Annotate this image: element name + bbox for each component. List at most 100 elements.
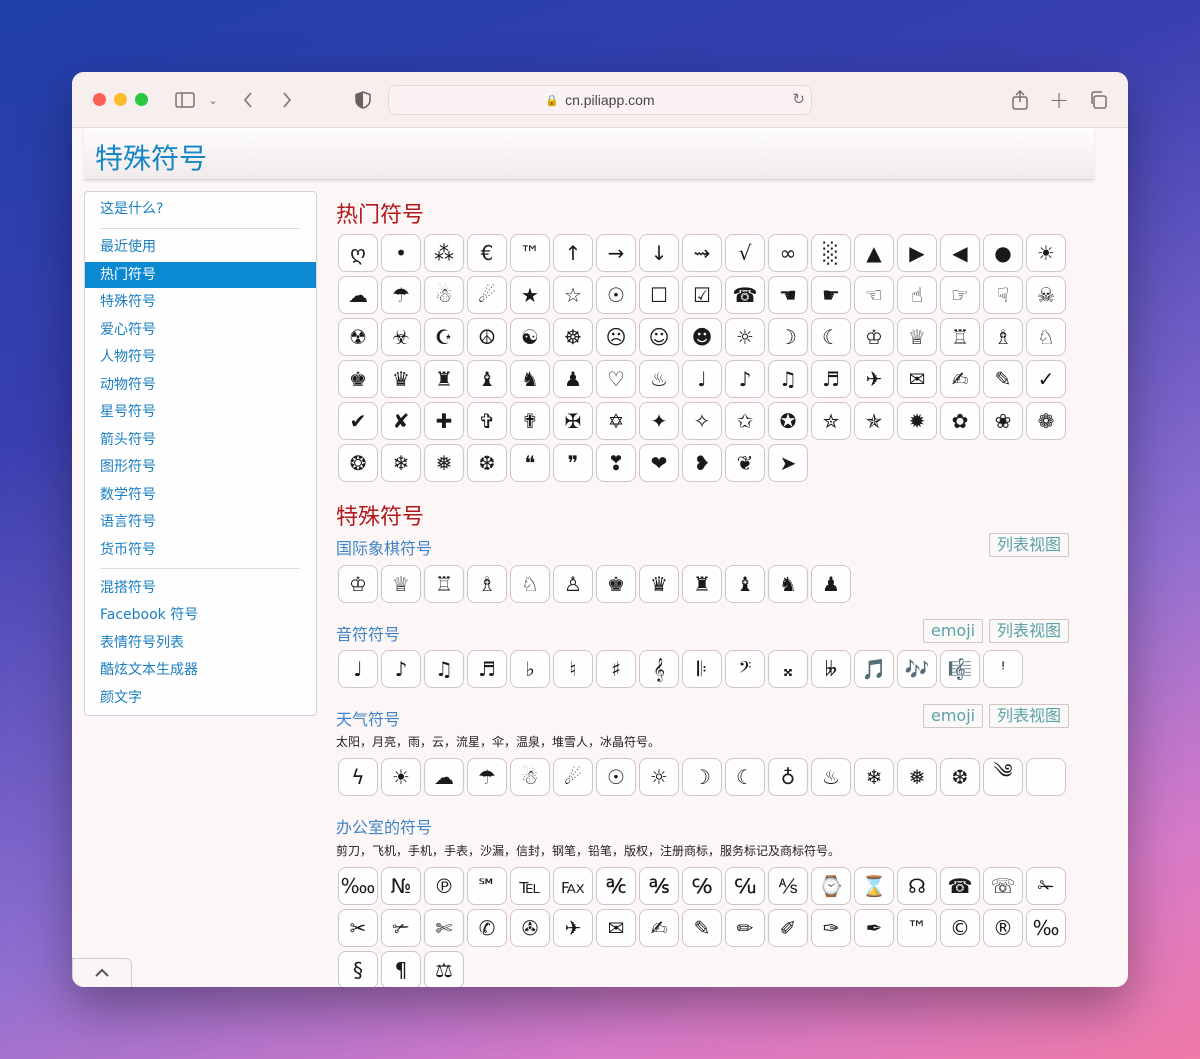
symbol-button[interactable]: ∞	[768, 234, 808, 272]
new-tab-icon[interactable]: +	[1048, 86, 1070, 114]
symbol-button[interactable]: ♞	[768, 565, 808, 603]
symbol-button[interactable]: ༄	[983, 758, 1023, 796]
minimize-window-button[interactable]	[114, 93, 127, 106]
symbol-button[interactable]: ✮	[811, 402, 851, 440]
symbol-button[interactable]: ‱	[338, 867, 378, 905]
symbol-button[interactable]: ♫	[768, 360, 808, 398]
symbol-button[interactable]: ☑	[682, 276, 722, 314]
symbol-button[interactable]: ✘	[381, 402, 421, 440]
symbol-button[interactable]: ™	[897, 909, 937, 947]
symbol-button[interactable]: ♜	[682, 565, 722, 603]
reload-icon[interactable]: ↻	[792, 90, 805, 108]
shield-icon[interactable]	[352, 86, 374, 114]
symbol-button[interactable]: ☚	[768, 276, 808, 314]
symbol-button[interactable]: ♮	[553, 650, 593, 688]
symbol-button[interactable]: ⚖	[424, 951, 464, 987]
symbol-button[interactable]: ℅	[682, 867, 722, 905]
symbol-button[interactable]: ✿	[940, 402, 980, 440]
sidebar-item-animals[interactable]: 动物符号	[85, 372, 316, 398]
symbol-button[interactable]: ❦	[725, 444, 765, 482]
symbol-button[interactable]: ❤	[639, 444, 679, 482]
music-list-view-button[interactable]: 列表视图	[989, 619, 1070, 643]
weather-section-title[interactable]: 天气符号	[336, 706, 400, 730]
symbol-button[interactable]: ☾	[725, 758, 765, 796]
symbol-button[interactable]: ♬	[811, 360, 851, 398]
symbol-button[interactable]: ☼	[725, 318, 765, 356]
symbol-button[interactable]: ✠	[553, 402, 593, 440]
symbol-button[interactable]: √	[725, 234, 765, 272]
symbol-button[interactable]: €	[467, 234, 507, 272]
symbol-button[interactable]: ●	[983, 234, 1023, 272]
symbol-button[interactable]: ♁	[768, 758, 808, 796]
symbol-button[interactable]: ❣	[596, 444, 636, 482]
symbol-button[interactable]: ♝	[467, 360, 507, 398]
symbol-button[interactable]: ™	[510, 234, 550, 272]
sidebar-item-currency[interactable]: 货币符号	[85, 537, 316, 563]
music-section-title[interactable]: 音符符号	[336, 621, 400, 645]
symbol-button[interactable]: ♗	[983, 318, 1023, 356]
symbol-button[interactable]: ♕	[897, 318, 937, 356]
symbol-button[interactable]: ♟	[553, 360, 593, 398]
sidebar-item-kaomoji[interactable]: 颜文字	[85, 685, 316, 711]
symbol-button[interactable]: ♗	[467, 565, 507, 603]
symbol-button[interactable]: ℡	[510, 867, 550, 905]
symbol-button[interactable]: ☣	[381, 318, 421, 356]
symbol-button[interactable]: ☄	[553, 758, 593, 796]
symbol-button[interactable]: ☠	[1026, 276, 1066, 314]
symbol-button[interactable]: ♫	[424, 650, 464, 688]
forward-icon[interactable]	[277, 86, 297, 114]
symbol-button[interactable]: ☪	[424, 318, 464, 356]
symbol-button[interactable]: ♝	[725, 565, 765, 603]
symbol-button[interactable]: ♕	[381, 565, 421, 603]
page-title[interactable]: 特殊符号	[95, 137, 207, 177]
symbol-button[interactable]: ☟	[983, 276, 1023, 314]
symbol-button[interactable]: ℆	[725, 867, 765, 905]
symbol-button[interactable]: ℻	[553, 867, 593, 905]
symbol-button[interactable]: ☀	[1026, 234, 1066, 272]
chess-section-title[interactable]: 国际象棋符号	[336, 535, 432, 559]
symbol-button[interactable]: ✎	[682, 909, 722, 947]
symbol-button[interactable]: ♟	[811, 565, 851, 603]
symbol-button[interactable]: ♔	[854, 318, 894, 356]
symbol-button[interactable]: ❁	[1026, 402, 1066, 440]
symbol-button[interactable]: ✈	[553, 909, 593, 947]
sidebar-item-language[interactable]: 语言符号	[85, 509, 316, 535]
symbol-button[interactable]: ℠	[467, 867, 507, 905]
symbol-button[interactable]: ♞	[510, 360, 550, 398]
sidebar-item-recent[interactable]: 最近使用	[85, 234, 316, 260]
symbol-button[interactable]: ✧	[682, 402, 722, 440]
symbol-button[interactable]: ✄	[424, 909, 464, 947]
symbol-button[interactable]: ❅	[897, 758, 937, 796]
symbol-button[interactable]: ♘	[510, 565, 550, 603]
symbol-button[interactable]: ◀	[940, 234, 980, 272]
symbol-button[interactable]: ☀	[381, 758, 421, 796]
sidebar-item-about[interactable]: 这是什么?	[85, 196, 316, 222]
symbol-button[interactable]: ☞	[940, 276, 980, 314]
symbol-button[interactable]: ➤	[768, 444, 808, 482]
symbol-button[interactable]: ♨	[639, 360, 679, 398]
symbol-button[interactable]: ✉	[897, 360, 937, 398]
symbol-button[interactable]: ℁	[639, 867, 679, 905]
symbol-button[interactable]: ϟ	[338, 758, 378, 796]
symbol-button[interactable]: ❂	[338, 444, 378, 482]
symbol-button[interactable]: ☐	[639, 276, 679, 314]
sidebar-item-heart[interactable]: 爱心符号	[85, 317, 316, 343]
sidebar-item-popular[interactable]: 热门符号	[85, 262, 316, 288]
chevron-down-icon[interactable]: ⌄	[206, 86, 220, 114]
back-icon[interactable]	[238, 86, 258, 114]
symbol-button[interactable]: ☸	[553, 318, 593, 356]
symbol-button[interactable]: ☉	[596, 276, 636, 314]
symbol-button[interactable]: ♛	[639, 565, 679, 603]
symbol-button[interactable]: ✒	[854, 909, 894, 947]
symbol-button[interactable]: ♙	[553, 565, 593, 603]
symbol-button[interactable]: 𝄆	[682, 650, 722, 688]
symbol-button[interactable]: ✚	[424, 402, 464, 440]
symbol-button[interactable]: ✎	[983, 360, 1023, 398]
symbol-button[interactable]: ♛	[381, 360, 421, 398]
symbol-button[interactable]: 🎼	[940, 650, 980, 688]
symbol-button[interactable]: 𝄞	[639, 650, 679, 688]
symbol-button[interactable]: ♖	[424, 565, 464, 603]
symbol-button[interactable]: 🎵	[854, 650, 894, 688]
tab-overview-icon[interactable]	[1087, 86, 1109, 114]
symbol-button[interactable]: ☁	[338, 276, 378, 314]
